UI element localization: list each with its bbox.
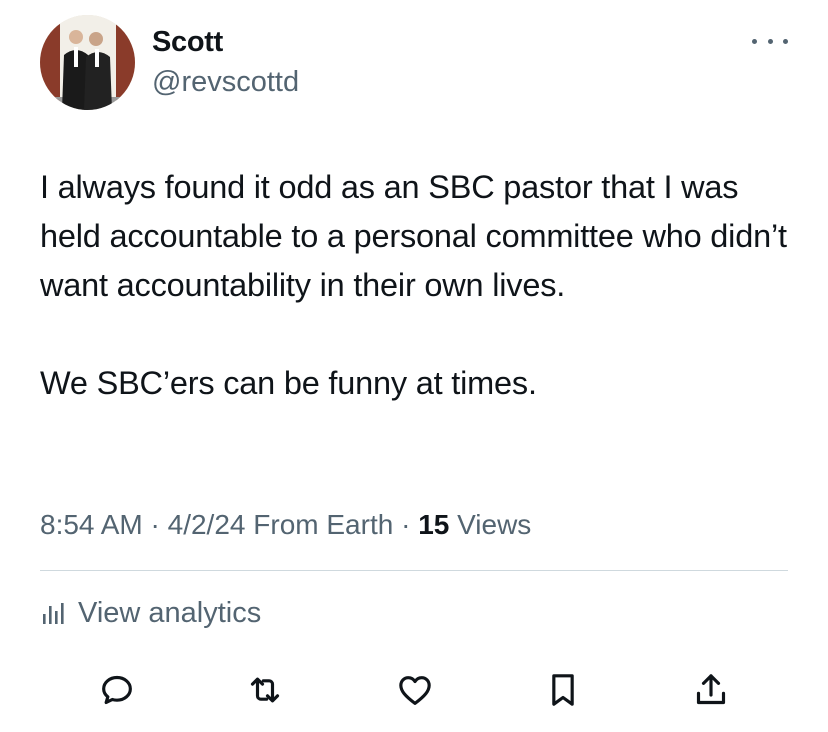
share-button[interactable] <box>689 668 733 712</box>
more-options-button[interactable] <box>752 26 788 56</box>
more-dot <box>767 38 773 44</box>
retweet-button[interactable] <box>243 668 287 712</box>
author-handle[interactable]: @revscottd <box>152 64 299 100</box>
tweet-paragraph: We SBC’ers can be funny at times. <box>40 365 537 401</box>
tweet-meta: 8:54 AM · 4/2/24 From Earth · 15 Views <box>40 506 531 544</box>
author-display-name[interactable]: Scott <box>152 24 223 60</box>
views-label[interactable]: Views <box>449 509 531 540</box>
reply-icon <box>102 675 132 705</box>
view-analytics-link[interactable]: View analytics <box>40 594 261 632</box>
reply-button[interactable] <box>95 668 139 712</box>
tweet-time[interactable]: 8:54 AM <box>40 509 143 540</box>
more-dot <box>783 38 788 44</box>
view-analytics-label: View analytics <box>78 596 262 629</box>
views-count[interactable]: 15 <box>418 509 449 540</box>
like-button[interactable] <box>393 668 437 712</box>
tweet-text: I always found it odd as an SBC pastor t… <box>40 163 800 408</box>
bookmark-button[interactable] <box>541 668 585 712</box>
share-icon <box>696 674 726 705</box>
action-bar <box>95 668 735 712</box>
heart-icon <box>399 676 431 705</box>
retweet-icon <box>250 677 280 703</box>
avatar[interactable] <box>40 15 135 110</box>
tweet-source: From Earth <box>245 509 394 540</box>
meta-separator: · <box>393 509 419 540</box>
analytics-bars-icon <box>43 603 64 624</box>
tweet-date[interactable]: 4/2/24 <box>168 509 246 540</box>
tweet-paragraph: I always found it odd as an SBC pastor t… <box>40 169 787 303</box>
more-dot <box>752 38 757 44</box>
meta-separator: · <box>142 509 168 540</box>
bookmark-icon <box>552 674 574 706</box>
divider <box>40 570 788 571</box>
avatar-photo <box>40 15 135 110</box>
